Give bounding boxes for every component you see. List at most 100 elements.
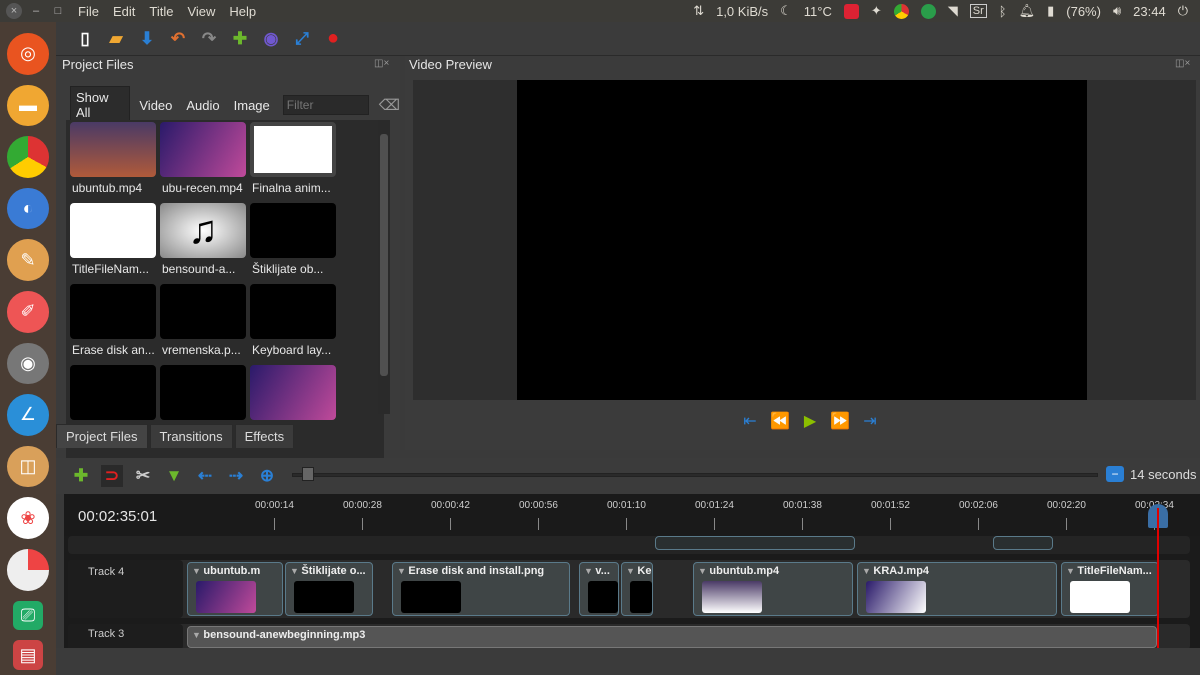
rewind-icon[interactable]: ⏪ bbox=[770, 411, 790, 431]
menu-title[interactable]: Title bbox=[149, 4, 173, 19]
close-window-icon[interactable]: × bbox=[6, 3, 22, 19]
file-grid-scrollbar[interactable] bbox=[378, 120, 390, 414]
fullscreen-icon[interactable]: ⤢ bbox=[291, 28, 313, 50]
open-project-icon[interactable]: ▰ bbox=[105, 28, 127, 50]
panel-float-icon[interactable]: ◫× bbox=[1175, 58, 1190, 69]
gimp-icon[interactable]: ✎ bbox=[7, 239, 49, 281]
clear-filter-icon[interactable]: ⌫ bbox=[379, 96, 400, 114]
zoom-out-icon[interactable]: − bbox=[1106, 466, 1124, 482]
profile-icon[interactable]: ◉ bbox=[260, 28, 282, 50]
minimize-window-icon[interactable]: – bbox=[28, 3, 44, 19]
maximize-window-icon[interactable]: □ bbox=[50, 3, 66, 19]
next-marker-icon[interactable]: ⇢ bbox=[225, 465, 247, 487]
jump-start-icon[interactable]: ⇤ bbox=[740, 411, 760, 431]
file-item[interactable]: vremenska.p... bbox=[160, 284, 248, 360]
file-item[interactable]: ♫ bensound-a... bbox=[160, 203, 248, 279]
pie-icon[interactable] bbox=[7, 548, 49, 591]
openshot-icon[interactable]: ⎚ bbox=[13, 600, 43, 631]
speaker-icon[interactable]: ◫ bbox=[7, 445, 49, 488]
chrome-icon[interactable] bbox=[893, 3, 909, 19]
file-item[interactable]: Finalna anim... bbox=[250, 122, 338, 198]
timeline-clip[interactable]: KRAJ.mp4 bbox=[857, 562, 1057, 616]
panel-float-icon[interactable]: ◫× bbox=[374, 58, 389, 69]
disk-icon[interactable]: ◉ bbox=[7, 342, 49, 385]
center-timeline-icon[interactable]: ⊕ bbox=[256, 465, 278, 487]
tab-effects[interactable]: Effects bbox=[234, 424, 295, 448]
play-icon[interactable]: ▶ bbox=[800, 411, 820, 431]
volume-icon[interactable]: 🔊︎ bbox=[1113, 3, 1121, 19]
export-record-icon[interactable]: ● bbox=[322, 27, 344, 50]
fast-forward-icon[interactable]: ⏩ bbox=[830, 411, 850, 431]
filter-show-all[interactable]: Show All bbox=[70, 86, 131, 124]
file-item[interactable]: TitleFileNam... bbox=[70, 203, 158, 279]
file-item[interactable]: Štiklijate ob... bbox=[250, 203, 338, 279]
file-item[interactable]: Erase disk an... bbox=[70, 284, 158, 360]
add-file-icon[interactable]: ✚ bbox=[229, 28, 251, 50]
keyboard-layout-icon[interactable]: Sr bbox=[969, 4, 987, 18]
clip-name: Erase disk and install.png bbox=[397, 565, 544, 577]
jump-end-icon[interactable]: ⇥ bbox=[860, 411, 880, 431]
track-row[interactable]: Track 3 bensound-anewbeginning.mp3 bbox=[68, 624, 1190, 650]
filter-video[interactable]: Video bbox=[134, 95, 177, 116]
timeline-clip[interactable]: ubuntub.m bbox=[187, 562, 283, 616]
hangouts-icon[interactable] bbox=[920, 3, 936, 19]
network-updown-icon[interactable]: ⇅ bbox=[693, 3, 704, 19]
battery-icon[interactable]: ▮ bbox=[1047, 3, 1054, 19]
track-row[interactable] bbox=[68, 536, 1190, 554]
snap-icon[interactable]: ⊃ bbox=[101, 465, 123, 487]
tab-project-files[interactable]: Project Files bbox=[56, 424, 148, 448]
redo-icon[interactable]: ↷ bbox=[198, 28, 220, 50]
dropbox-icon[interactable]: ✦ bbox=[871, 3, 882, 19]
firefox-icon[interactable]: ◐ bbox=[7, 187, 49, 230]
menu-file[interactable]: File bbox=[78, 4, 99, 19]
zoom-slider-handle[interactable] bbox=[302, 467, 314, 481]
timeline-clip[interactable]: Ke bbox=[621, 562, 653, 616]
files-icon[interactable]: ▬ bbox=[7, 84, 49, 127]
wifi-icon[interactable]: ◥ bbox=[948, 3, 958, 19]
menu-help[interactable]: Help bbox=[229, 4, 256, 19]
razor-icon[interactable]: ✂ bbox=[132, 465, 154, 487]
filter-image[interactable]: Image bbox=[229, 95, 275, 116]
palette-icon[interactable]: ❀ bbox=[7, 497, 49, 539]
filter-audio[interactable]: Audio bbox=[181, 95, 224, 116]
menu-edit[interactable]: Edit bbox=[113, 4, 135, 19]
new-project-icon[interactable]: ▯ bbox=[74, 28, 96, 50]
bell-icon[interactable]: 🔔︎ bbox=[1019, 3, 1036, 19]
draw-icon[interactable]: ∠ bbox=[7, 394, 49, 436]
zoom-slider[interactable] bbox=[292, 473, 1098, 477]
clock[interactable]: 23:44 bbox=[1133, 4, 1166, 19]
gmail-icon[interactable] bbox=[843, 3, 859, 19]
timeline-clip[interactable] bbox=[993, 536, 1053, 550]
timeline-clip[interactable]: ubuntub.mp4 bbox=[693, 562, 853, 616]
trash-icon[interactable]: ▤ bbox=[13, 640, 43, 670]
previous-marker-icon[interactable]: ⇠ bbox=[194, 465, 216, 487]
file-item[interactable]: ubu-recen.mp4 bbox=[160, 122, 248, 198]
file-item[interactable]: Keyboard lay... bbox=[250, 284, 338, 360]
timeline-clip[interactable]: Štiklijate o... bbox=[285, 562, 373, 616]
track-row[interactable]: Track 4 ubuntub.m Štiklijate o... Erase … bbox=[68, 560, 1190, 618]
chrome-icon[interactable] bbox=[7, 136, 49, 178]
text-editor-icon[interactable]: ✐ bbox=[7, 290, 49, 333]
timeline-clip[interactable] bbox=[655, 536, 855, 550]
timeline-clip[interactable]: bensound-anewbeginning.mp3 bbox=[187, 626, 1157, 648]
timeline-clip[interactable]: TitleFileNam... bbox=[1061, 562, 1159, 616]
timeline-ruler[interactable]: 00:02:35:01 00:00:14 00:00:28 00:00:42 0… bbox=[64, 494, 1200, 536]
bluetooth-icon[interactable]: ᛒ bbox=[999, 4, 1007, 19]
menu-view[interactable]: View bbox=[187, 4, 215, 19]
power-icon[interactable]: ⏻ bbox=[1178, 3, 1188, 19]
scrollbar-thumb[interactable] bbox=[380, 134, 388, 376]
save-project-icon[interactable]: ⬇ bbox=[136, 28, 158, 50]
video-frame[interactable] bbox=[517, 80, 1087, 400]
add-marker-icon[interactable]: ▼ bbox=[163, 465, 185, 487]
ubuntu-icon[interactable]: ◎ bbox=[7, 33, 49, 75]
moon-icon[interactable]: ☾ bbox=[780, 3, 792, 19]
add-track-icon[interactable]: ✚ bbox=[70, 465, 92, 487]
file-thumbnail bbox=[160, 122, 246, 177]
tab-transitions[interactable]: Transitions bbox=[149, 424, 233, 448]
file-item[interactable]: ubuntub.mp4 bbox=[70, 122, 158, 198]
filter-input[interactable] bbox=[282, 95, 369, 115]
timeline-clip[interactable]: Erase disk and install.png bbox=[392, 562, 570, 616]
undo-icon[interactable]: ↶ bbox=[167, 28, 189, 50]
timeline-clip[interactable]: v... bbox=[579, 562, 619, 616]
playhead[interactable] bbox=[1157, 508, 1159, 648]
